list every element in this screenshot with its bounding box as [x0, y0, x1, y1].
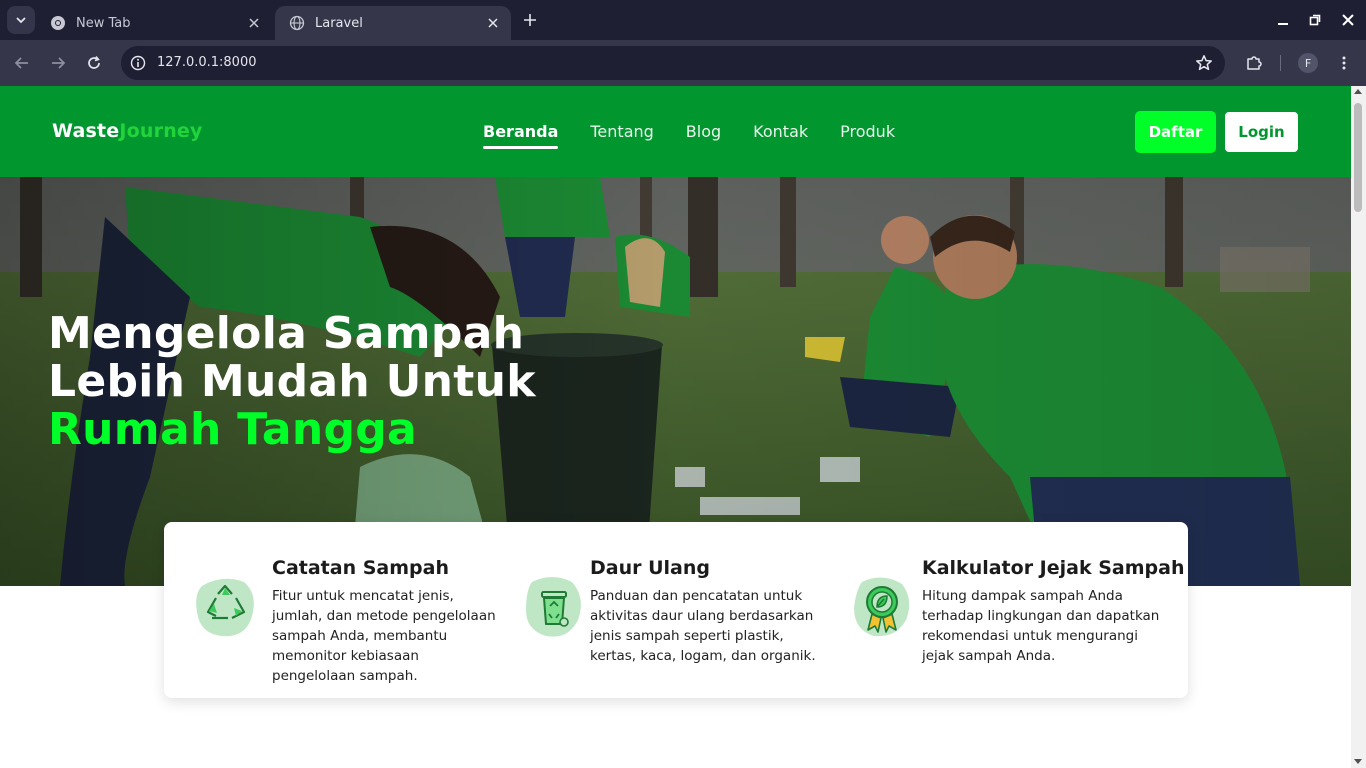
logo-journey: Journey: [119, 120, 203, 142]
arrow-right-icon: [52, 57, 66, 69]
tab-title: Laravel: [315, 15, 363, 31]
puzzle-icon: [1247, 56, 1262, 70]
hero-heading-line3: Rumah Tangga: [48, 404, 418, 455]
forward-button[interactable]: [47, 52, 69, 74]
close-window-button[interactable]: [1338, 10, 1358, 30]
login-button[interactable]: Login: [1224, 111, 1299, 153]
url-text[interactable]: 127.0.0.1:8000: [157, 55, 257, 70]
tab-title: New Tab: [76, 15, 131, 31]
nav-produk[interactable]: Produk: [840, 122, 895, 149]
feature-kalkulator-jejak: Kalkulator Jejak Sampah Hitung dampak sa…: [844, 522, 1188, 698]
arrow-left-icon: [14, 57, 28, 69]
page-viewport: WasteJourney Beranda Tentang Blog Kontak…: [0, 86, 1351, 768]
page-scrollbar[interactable]: [1351, 86, 1366, 768]
tab-new-tab[interactable]: New Tab: [36, 6, 272, 40]
nav-beranda[interactable]: Beranda: [483, 122, 559, 149]
extensions-button[interactable]: [1243, 52, 1265, 74]
site-logo[interactable]: WasteJourney: [52, 120, 203, 142]
feature-daur-ulang: Daur Ulang Panduan dan pencatatan untuk …: [504, 522, 844, 698]
nav-tentang[interactable]: Tentang: [590, 122, 653, 149]
new-tab-button[interactable]: [520, 10, 540, 30]
site-navbar: WasteJourney Beranda Tentang Blog Kontak…: [0, 86, 1351, 177]
close-icon: [1342, 14, 1354, 26]
feature-title: Catatan Sampah: [272, 557, 449, 579]
feature-description: Fitur untuk mencatat jenis, jumlah, dan …: [272, 588, 496, 684]
close-tab-icon[interactable]: [485, 15, 501, 31]
feature-title: Daur Ulang: [590, 557, 710, 579]
back-button[interactable]: [11, 52, 33, 74]
feature-description: Panduan dan pencatatan untuk aktivitas d…: [590, 588, 816, 664]
reload-button[interactable]: [83, 52, 105, 74]
eco-badge-icon: [854, 577, 910, 637]
chevron-down-icon: [16, 17, 26, 24]
browser-toolbar: 127.0.0.1:8000 F: [0, 40, 1366, 86]
recycle-icon: [196, 578, 254, 637]
kebab-menu-icon: [1342, 56, 1346, 70]
nav-kontak[interactable]: Kontak: [753, 122, 808, 149]
tab-laravel[interactable]: Laravel: [275, 6, 511, 40]
bookmark-star-icon[interactable]: [1195, 54, 1213, 72]
site-info-icon[interactable]: [129, 54, 147, 72]
browser-tab-strip: New Tab Laravel: [0, 0, 1366, 40]
hero-heading: Mengelola Sampah Lebih Mudah Untuk Rumah…: [48, 310, 536, 454]
profile-avatar[interactable]: F: [1298, 53, 1318, 73]
maximize-icon: [1309, 14, 1321, 26]
main-nav: Beranda Tentang Blog Kontak Produk: [483, 122, 895, 149]
scroll-up-arrow-icon[interactable]: [1354, 89, 1362, 94]
feature-description: Hitung dampak sampah Anda terhadap lingk…: [922, 588, 1160, 664]
feature-catatan-sampah: Catatan Sampah Fitur untuk mencatat jeni…: [164, 522, 504, 698]
recycle-bin-icon: [526, 577, 581, 637]
feature-title: Kalkulator Jejak Sampah: [922, 557, 1185, 579]
scrollbar-thumb[interactable]: [1354, 103, 1362, 212]
globe-icon: [289, 15, 305, 31]
minimize-button[interactable]: [1273, 10, 1293, 30]
toolbar-divider: [1280, 55, 1281, 71]
nav-blog[interactable]: Blog: [686, 122, 721, 149]
features-card: Catatan Sampah Fitur untuk mencatat jeni…: [164, 522, 1188, 698]
plus-icon: [524, 14, 536, 26]
close-tab-icon[interactable]: [246, 15, 262, 31]
hero-heading-line1: Mengelola Sampah: [48, 308, 525, 359]
reload-icon: [88, 56, 100, 69]
minimize-icon: [1278, 23, 1288, 25]
browser-menu-button[interactable]: [1333, 52, 1355, 74]
logo-waste: Waste: [52, 120, 120, 142]
address-bar[interactable]: 127.0.0.1:8000: [121, 46, 1225, 80]
chrome-icon: [51, 16, 65, 30]
tab-search-button[interactable]: [7, 6, 35, 34]
scroll-down-arrow-icon[interactable]: [1354, 759, 1362, 764]
maximize-button[interactable]: [1305, 10, 1325, 30]
register-button[interactable]: Daftar: [1135, 111, 1216, 153]
hero-heading-line2: Lebih Mudah Untuk: [48, 356, 536, 407]
